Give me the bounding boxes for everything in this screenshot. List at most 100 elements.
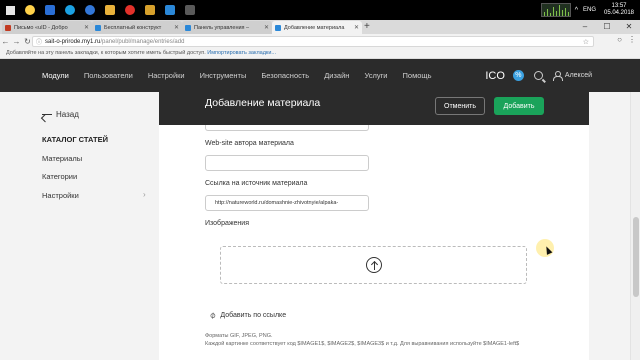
add-by-link-button[interactable]: ⌀ Добавить по ссылке <box>207 309 287 321</box>
forward-icon[interactable]: → <box>11 37 22 46</box>
bookmarks-bar: Добавляйте на эту панель закладки, к кот… <box>0 48 640 59</box>
user-icon[interactable] <box>552 71 563 81</box>
tab-label: Бесплатный конструкт <box>104 24 162 31</box>
upload-arrow-icon[interactable] <box>366 257 382 273</box>
bookmarks-hint: Добавляйте на эту панель закладки, к кот… <box>6 50 206 56</box>
explorer-icon[interactable] <box>100 0 120 20</box>
image-hint: Форматы GIF, JPEG, PNG. Каждой картинке … <box>205 333 535 348</box>
new-tab-icon[interactable]: + <box>364 21 370 32</box>
folder-icon[interactable] <box>140 0 160 20</box>
menu-services[interactable]: Услуги <box>364 71 387 80</box>
close-tab-icon[interactable]: ✕ <box>84 24 89 31</box>
address-bar-row: ← → ↻ ⓘ sait-o-prirode.my1.ru/panel/publ… <box>0 34 640 48</box>
sidebar: Назад КАТАЛОГ СТАТЕЙ Материалы Категории… <box>0 92 158 360</box>
tray-chevron-icon[interactable]: ^ <box>575 7 578 14</box>
close-window-icon[interactable]: ✕ <box>618 20 640 34</box>
images-label: Изображения <box>205 220 249 227</box>
menu-design[interactable]: Дизайн <box>324 71 349 80</box>
menu-users[interactable]: Пользователи <box>84 71 133 80</box>
sidebar-item-materials[interactable]: Материалы <box>42 154 82 163</box>
section-title: КАТАЛОГ СТАТЕЙ <box>42 135 109 144</box>
browser-tab[interactable]: Панель управления – ✕ <box>182 21 272 34</box>
menu-help[interactable]: Помощь <box>403 71 432 80</box>
close-tab-icon[interactable]: ✕ <box>354 24 359 31</box>
author-site-label: Web-site автора материала <box>205 140 294 147</box>
task-view-icon[interactable] <box>40 0 60 20</box>
browser-tab[interactable]: Письмо «uID - Добро ✕ <box>2 21 92 34</box>
sidebar-item-settings[interactable]: Настройки <box>42 191 79 200</box>
sidebar-item-categories[interactable]: Категории <box>42 172 77 181</box>
url-host: sait-o-prirode.my1.ru <box>45 38 101 45</box>
chevron-right-icon: › <box>143 190 146 199</box>
taskbar: ^ ENG 13:57 05.04.2018 <box>0 0 640 20</box>
hint-formats: Форматы GIF, JPEG, PNG. <box>205 333 273 339</box>
browser-actions: ○ ⋮ <box>617 35 636 44</box>
page-title: Добавление материала <box>205 97 321 109</box>
tab-strip: Письмо «uID - Добро ✕ Бесплатный констру… <box>0 20 640 34</box>
back-link[interactable]: Назад <box>42 110 79 119</box>
close-tab-icon[interactable]: ✕ <box>264 24 269 31</box>
ico-logo[interactable]: ICO <box>485 70 505 82</box>
arrow-left-icon <box>42 113 52 116</box>
menu-tools[interactable]: Инструменты <box>200 71 247 80</box>
maximize-icon[interactable]: ☐ <box>596 20 618 34</box>
back-label: Назад <box>56 110 79 119</box>
close-tab-icon[interactable]: ✕ <box>174 24 179 31</box>
app-icon[interactable] <box>180 0 200 20</box>
user-name[interactable]: Алексей <box>565 72 592 79</box>
import-bookmarks-link[interactable]: Импортировать закладки... <box>207 50 276 56</box>
system-tray: ^ ENG 13:57 05.04.2018 <box>540 0 640 20</box>
source-link-input[interactable]: http://natureworld.ru/domashnie-zhivotny… <box>205 195 369 211</box>
image-dropzone[interactable] <box>220 246 527 284</box>
browser-tab-active[interactable]: Добавление материала ✕ <box>272 21 362 34</box>
back-icon[interactable]: ← <box>0 37 11 46</box>
search-taskbar-icon[interactable] <box>20 0 40 20</box>
account-icon[interactable]: ○ <box>617 35 622 44</box>
mail-favicon-icon <box>5 24 11 31</box>
percent-badge-icon[interactable]: % <box>512 70 524 81</box>
tab-label: Письмо «uID - Добро <box>14 24 68 31</box>
header-right: ICO % Алексей <box>485 59 592 92</box>
author-site-input[interactable] <box>205 155 369 171</box>
menu-icon[interactable]: ⋮ <box>628 35 636 44</box>
app-header: Модули Пользователи Настройки Инструмент… <box>0 59 640 92</box>
menu-settings[interactable]: Настройки <box>148 71 185 80</box>
add-button[interactable]: Добавить <box>494 97 544 115</box>
clock-time: 13:57 <box>611 3 627 9</box>
page-scrollbar[interactable] <box>630 92 640 360</box>
browser-tab[interactable]: Бесплатный конструкт ✕ <box>92 21 182 34</box>
taskbar-apps <box>0 0 200 20</box>
add-by-link-label: Добавить по ссылке <box>220 312 287 319</box>
previous-field-input[interactable] <box>205 125 369 131</box>
paperclip-icon: ⌀ <box>207 309 218 321</box>
scrollbar-thumb[interactable] <box>633 217 639 297</box>
word-icon[interactable] <box>160 0 180 20</box>
tab-label: Панель управления – <box>194 24 250 31</box>
form-header: Добавление материала Отменить Добавить <box>159 92 589 125</box>
menu-modules[interactable]: Модули <box>42 71 69 80</box>
lock-icon: ⓘ <box>36 40 43 46</box>
top-menu: Модули Пользователи Настройки Инструмент… <box>42 59 446 92</box>
skype-icon[interactable] <box>60 0 80 20</box>
window-controls: – ☐ ✕ <box>574 20 640 34</box>
start-icon[interactable] <box>0 0 20 20</box>
menu-security[interactable]: Безопасность <box>261 71 309 80</box>
clock[interactable]: 13:57 05.04.2018 <box>602 3 636 17</box>
perf-graph-icon <box>540 3 571 17</box>
main-panel: Добавление материала Отменить Добавить W… <box>159 92 589 360</box>
bookmark-star-icon[interactable]: ☆ <box>583 38 589 46</box>
tab-label: Добавление материала <box>284 24 345 31</box>
site-favicon-icon <box>185 24 191 31</box>
site-favicon-icon <box>275 24 281 31</box>
clock-date: 05.04.2018 <box>603 10 635 16</box>
site-favicon-icon <box>95 24 101 31</box>
source-link-label: Ссылка на источник материала <box>205 180 308 187</box>
url-input[interactable]: ⓘ sait-o-prirode.my1.ru/panel/publ/manag… <box>32 36 594 47</box>
hint-code: Каждой картинке соответствует код $IMAGE… <box>205 340 520 347</box>
language-indicator[interactable]: ENG <box>583 7 596 13</box>
edge-icon[interactable] <box>80 0 100 20</box>
search-icon[interactable] <box>533 71 543 80</box>
cancel-button[interactable]: Отменить <box>435 97 485 115</box>
minimize-icon[interactable]: – <box>574 20 596 34</box>
chrome-icon[interactable] <box>120 0 140 20</box>
